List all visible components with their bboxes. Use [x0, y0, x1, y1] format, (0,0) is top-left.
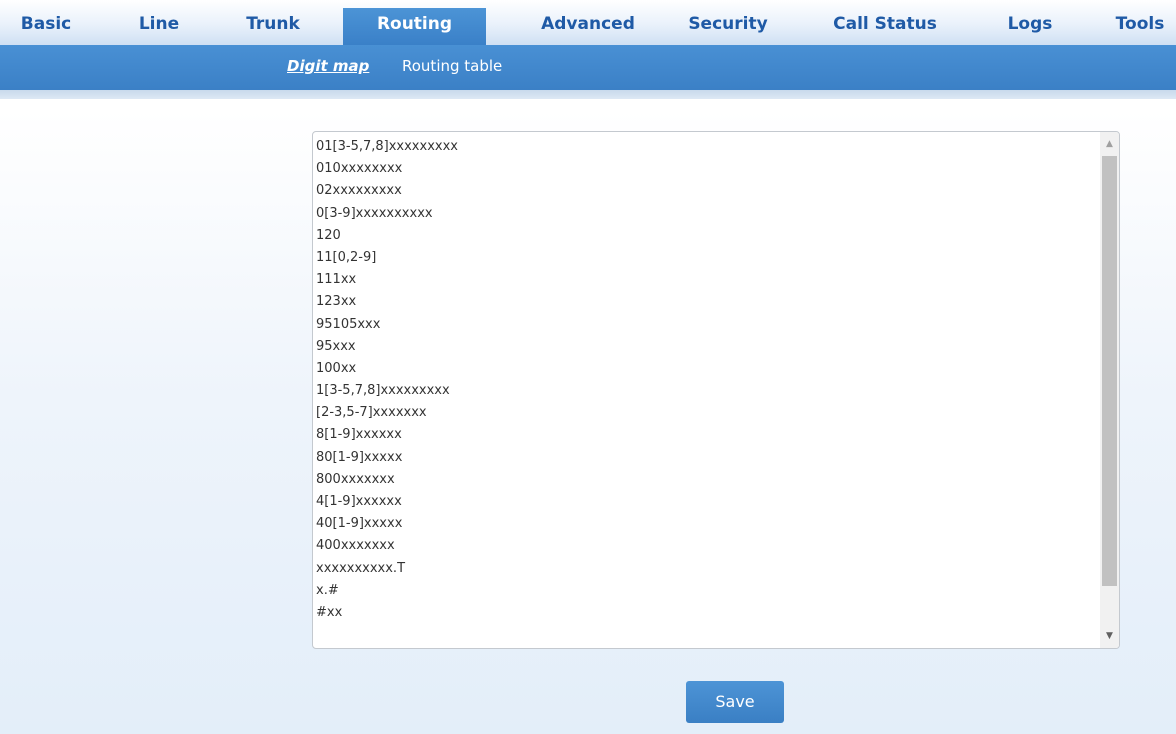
digit-map-line: 80[1-9]xxxxx: [316, 449, 403, 465]
scroll-down-arrow-icon[interactable]: ▼: [1100, 626, 1119, 646]
subnav-routing-table[interactable]: Routing table: [402, 57, 502, 75]
subnav-divider: [0, 90, 1176, 99]
digit-map-line: xxxxxxxxxx.T: [316, 560, 406, 576]
digit-map-lines: 01[3-5,7,8]xxxxxxxxx 010xxxxxxxx 02xxxxx…: [316, 138, 458, 626]
digit-map-line: [2-3,5-7]xxxxxxx: [316, 405, 427, 421]
digit-map-line: 0[3-9]xxxxxxxxxx: [316, 205, 433, 221]
nav-tab-trunk[interactable]: Trunk: [227, 8, 319, 45]
digit-map-line: 8[1-9]xxxxxx: [316, 427, 402, 443]
nav-tab-tools[interactable]: Tools: [1104, 8, 1176, 45]
digit-map-textarea[interactable]: 01[3-5,7,8]xxxxxxxxx 010xxxxxxxx 02xxxxx…: [312, 131, 1120, 649]
digit-map-line: 111xx: [316, 272, 357, 288]
nav-tab-line[interactable]: Line: [113, 8, 205, 45]
digit-map-line: 01[3-5,7,8]xxxxxxxxx: [316, 139, 458, 154]
scroll-up-arrow-icon[interactable]: ▲: [1100, 134, 1119, 154]
digit-map-line: 02xxxxxxxxx: [316, 183, 402, 199]
save-button[interactable]: Save: [686, 681, 784, 723]
sub-navigation: Digit map Routing table: [0, 45, 1176, 90]
digit-map-line: 400xxxxxxx: [316, 538, 395, 554]
digit-map-line: 100xx: [316, 360, 357, 376]
scrollbar-thumb[interactable]: [1102, 156, 1117, 586]
nav-tab-advanced[interactable]: Advanced: [523, 8, 653, 45]
nav-tab-security[interactable]: Security: [668, 8, 788, 45]
subnav-digit-map[interactable]: Digit map: [287, 57, 369, 75]
vertical-scrollbar[interactable]: ▲ ▼: [1100, 132, 1119, 648]
digit-map-line: 4[1-9]xxxxxx: [316, 494, 402, 509]
digit-map-line: 40[1-9]xxxxx: [316, 516, 403, 532]
nav-tab-basic[interactable]: Basic: [0, 8, 92, 45]
digit-map-line: 95xxx: [316, 338, 356, 354]
digit-map-line: #xx: [316, 604, 343, 620]
nav-tab-logs[interactable]: Logs: [985, 8, 1075, 45]
main-navigation: Basic Line Trunk Routing Advanced Securi…: [0, 0, 1176, 45]
digit-map-line: x.#: [316, 582, 339, 598]
nav-tab-routing[interactable]: Routing: [343, 8, 486, 45]
digit-map-line: 010xxxxxxxx: [316, 161, 403, 177]
digit-map-line: 800xxxxxxx: [316, 471, 395, 487]
digit-map-line: 11[0,2-9]: [316, 249, 377, 265]
nav-tab-call-status[interactable]: Call Status: [815, 8, 955, 45]
digit-map-line: 120: [316, 227, 341, 243]
digit-map-line: 1[3-5,7,8]xxxxxxxxx: [316, 383, 450, 399]
digit-map-line: 95105xxx: [316, 316, 381, 332]
digit-map-line: 123xx: [316, 294, 357, 310]
